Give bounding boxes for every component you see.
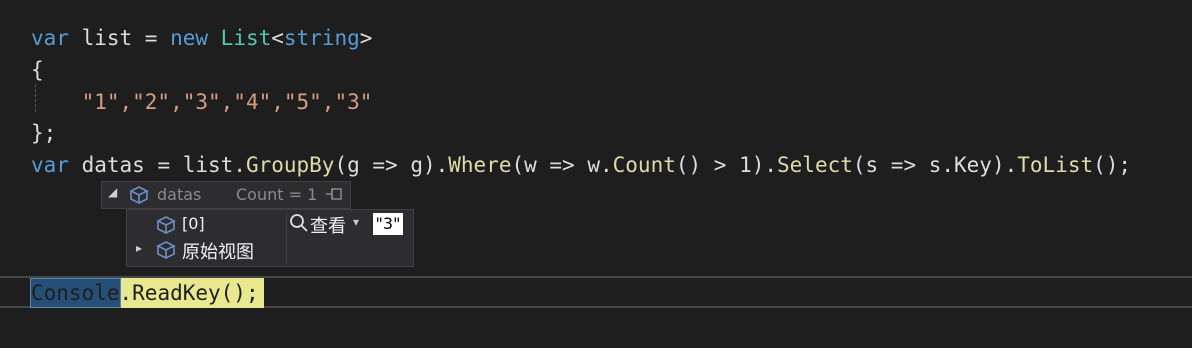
method-tolist: ToList (1017, 153, 1094, 177)
cube-icon (155, 240, 177, 265)
search-icon[interactable] (289, 213, 309, 238)
method-select: Select (777, 153, 853, 177)
code-line-1: var list = new List<string> (31, 22, 372, 54)
code-text: (g => g). (334, 153, 449, 177)
code-text: list = (68, 26, 171, 50)
datatip-value-field[interactable]: "3" (373, 213, 403, 235)
type-list: List (208, 26, 272, 50)
datatip-row-raw-view[interactable]: 原始视图 (182, 238, 254, 264)
string-literals: "1","2","3","4","5","3" (81, 90, 373, 114)
code-text: .ReadKey(); (119, 281, 259, 305)
datatip-row-index[interactable]: [0] (182, 214, 205, 233)
code-text: (); (1093, 153, 1132, 177)
keyword-new: new (170, 26, 209, 50)
caret-down-icon[interactable]: ▾ (353, 215, 359, 229)
expand-arrow-icon[interactable]: ◢ (108, 185, 117, 199)
column-divider (286, 212, 287, 264)
visualizer-label[interactable]: 查看 (310, 212, 346, 238)
datatip-variable-name: datas (157, 185, 202, 204)
method-where: Where (448, 153, 512, 177)
cube-icon (155, 215, 177, 240)
keyword-string: string (283, 26, 360, 50)
code-text: () > 1). (675, 153, 778, 177)
code-line-4: }; (31, 121, 57, 145)
datatip-count: Count = 1 (236, 185, 318, 204)
method-groupby: GroupBy (245, 153, 335, 177)
datatip-body: [0] ▸ 原始视图 查看 ▾ "3" (126, 209, 414, 267)
code-text: (s => s.Key). (852, 153, 1018, 177)
datatip-header[interactable]: ◢ datas Count = 1 (101, 181, 351, 209)
code-text: < (271, 26, 284, 50)
code-line-6: Console.ReadKey(); (31, 277, 259, 309)
code-text: datas = list. (68, 153, 246, 177)
code-line-2: { (31, 58, 44, 82)
pin-icon[interactable] (324, 186, 344, 206)
expand-arrow-icon[interactable]: ▸ (136, 241, 142, 255)
keyword-var: var (31, 26, 69, 50)
code-text: (w => w. (511, 153, 613, 177)
code-line-3: "1","2","3","4","5","3" (31, 86, 373, 118)
cube-icon (128, 185, 150, 209)
code-line-5: var datas = list.GroupBy(g => g).Where(w… (31, 149, 1131, 181)
type-console: Console (31, 281, 120, 305)
method-count: Count (612, 153, 676, 177)
code-text: > (359, 26, 373, 50)
keyword-var: var (31, 153, 69, 177)
